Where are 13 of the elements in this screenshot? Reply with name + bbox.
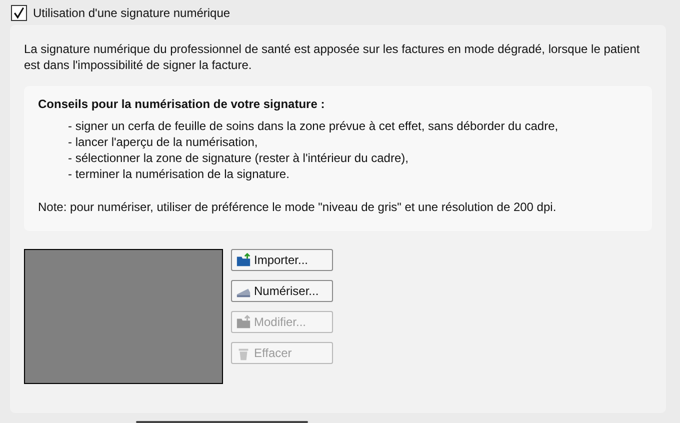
advice-step: - sélectionner la zone de signature (rester à l'intérieur du cadre), bbox=[68, 150, 638, 166]
advice-step: - signer un cerfa de feuille de soins dans la zone prévue à cet effet, sans déborder du cadre, bbox=[68, 118, 638, 134]
checkbox[interactable] bbox=[11, 4, 27, 20]
action-button[interactable]: Numériser... bbox=[231, 280, 333, 302]
checkbox-label[interactable]: Utilisation d'une signature numérique bbox=[33, 6, 230, 20]
description-text: La signature numérique du professionnel de santé est apposée sur les factures en mode dégradé, lorsque le patient est dans l'impossibilité de signer la facture. bbox=[24, 41, 641, 73]
advice-step: - lancer l'aperçu de la numérisation, bbox=[68, 134, 638, 150]
advice-title: Conseils pour la numérisation de votre signature : bbox=[38, 96, 326, 112]
folder-icon bbox=[236, 314, 251, 330]
folder-icon bbox=[236, 252, 251, 268]
action-button[interactable]: Importer... bbox=[231, 249, 333, 271]
advice-step: - terminer la numérisation de la signature. bbox=[68, 166, 638, 182]
note-text: Note: pour numériser, utiliser de préférence le mode "niveau de gris" et une résolution de 200 dpi. bbox=[38, 199, 558, 215]
